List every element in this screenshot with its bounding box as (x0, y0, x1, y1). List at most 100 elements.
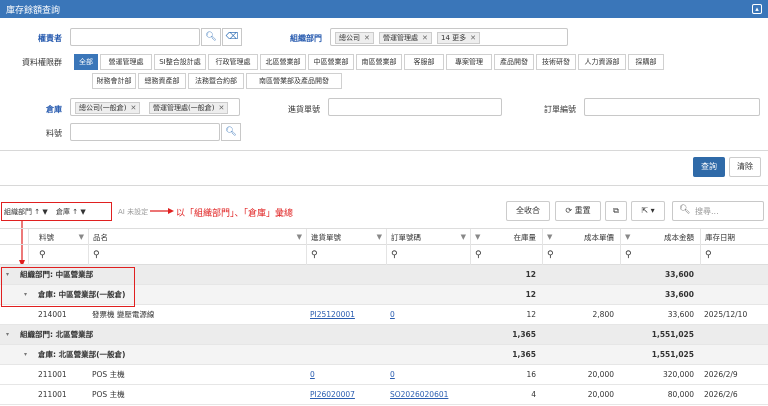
perm-tab[interactable]: SI整合設計處 (154, 54, 206, 70)
dept-chip[interactable]: 營運管理處 ✕ (379, 32, 432, 44)
divider (0, 185, 768, 186)
copy-icon: ⧉ (613, 206, 619, 215)
reset-button[interactable]: ⟳ 重置 (555, 201, 601, 221)
warehouse-chip[interactable]: 總公司(一般倉) ✕ (75, 102, 141, 114)
dept-chip[interactable]: 總公司 ✕ (335, 32, 374, 44)
table-row[interactable]: 211001 POS 主機 0 0 16 20,000 320,000 2026/2/9 (0, 365, 768, 385)
filter-icon: ▼ (625, 233, 631, 241)
perm-tab[interactable]: 技術研發 (536, 54, 576, 70)
remove-icon: ✕ (130, 104, 137, 112)
perm-tab[interactable]: 全部 (74, 54, 98, 70)
perm-tab[interactable]: 客服部 (404, 54, 444, 70)
filter-search-icon[interactable]: ⚲ (542, 245, 620, 265)
remove-icon: ✕ (470, 34, 477, 42)
table-row[interactable]: 211001 POS 主機 PI26020007 SO2026020601 4 20,00… (0, 385, 768, 405)
cell-date: 2025/12/10 (704, 310, 748, 319)
col-amount[interactable]: ▼ 成本金額 (620, 229, 700, 246)
col-part[interactable]: 料號 ▼ (28, 229, 88, 246)
group-row[interactable]: ▾ 組織部門: 北區營業部 1,365 1,551,025 (0, 325, 768, 345)
cell-order[interactable]: SO2026020601 (390, 385, 470, 405)
cell-qty: 4 (531, 390, 536, 399)
cell-name: POS 主機 (92, 370, 125, 379)
cell-order[interactable]: 0 (390, 305, 470, 325)
cell-part: 211001 (38, 390, 67, 399)
cell-qty: 12 (526, 310, 536, 319)
acct-clear-button[interactable]: ⌫ (222, 28, 242, 46)
filter-icon: ▼ (475, 233, 481, 241)
expand-toggle-icon[interactable]: ▾ (6, 325, 9, 345)
expand-toggle-icon[interactable]: ▾ (24, 345, 27, 365)
cell-qty: 16 (526, 370, 536, 379)
warehouse-chip[interactable]: 營運管理處(一般倉) ✕ (149, 102, 229, 114)
copy-button[interactable]: ⧉ (605, 201, 627, 221)
cell-unit: 20,000 (587, 370, 614, 379)
perm-tab[interactable]: 總務資產部 (138, 73, 186, 89)
group-amount: 33,600 (665, 290, 694, 299)
export-button[interactable]: ⇱ ▾ (631, 201, 665, 221)
ai-status: AI 未設定 (118, 208, 149, 216)
cell-inbound[interactable]: 0 (310, 365, 386, 385)
remove-icon: ✕ (422, 34, 428, 42)
filter-search-icon[interactable]: ⚲ (88, 245, 306, 265)
filter-search-icon[interactable]: ⚲ (470, 245, 542, 265)
dept-multiselect[interactable]: 總公司 ✕ 營運管理處 ✕ 14 更多 ✕ (330, 28, 568, 46)
acct-input[interactable] (70, 28, 200, 46)
cell-order[interactable]: 0 (390, 365, 470, 385)
search-placeholder: 搜尋... (695, 207, 719, 216)
perm-tab[interactable]: 專案管理 (446, 54, 492, 70)
col-inbound[interactable]: 進貨單號 ▼ (306, 229, 386, 246)
dept-more-chip[interactable]: 14 更多 ✕ (437, 32, 481, 44)
filter-search-icon[interactable]: ⚲ (620, 245, 700, 265)
window-title: 庫存餘額查詢 (6, 5, 61, 16)
perm-tab[interactable]: 人力資源部 (578, 54, 626, 70)
filter-search-icon[interactable]: ⚲ (28, 245, 88, 265)
col-order[interactable]: 訂單號碼 ▼ (386, 229, 470, 246)
col-unit[interactable]: ▼ 成本單價 (542, 229, 620, 246)
cell-name: POS 主機 (92, 390, 125, 399)
collapse-all-button[interactable]: 全收合 (506, 201, 550, 221)
perm-tab[interactable]: 財務會計部 (92, 73, 136, 89)
inbound-input[interactable] (328, 98, 502, 116)
filter-icon: ▼ (296, 233, 302, 241)
filter-icon: ▼ (460, 233, 466, 241)
perm-tab[interactable]: 產品開發 (494, 54, 534, 70)
filter-search-icon[interactable]: ⚲ (306, 245, 386, 265)
grid-search-input[interactable]: 🔍︎ 搜尋... (672, 201, 764, 221)
perm-tab[interactable]: 北區營業部 (260, 54, 306, 70)
table-row[interactable]: 214001 發票機 變壓電源線 PI25120001 0 12 2,800 33,600 2… (0, 305, 768, 325)
part-search-button[interactable]: 🔍︎ (221, 123, 241, 141)
query-button[interactable]: 查詢 (693, 157, 725, 177)
filter-icon: ▼ (547, 233, 553, 241)
cell-inbound[interactable]: PI25120001 (310, 305, 386, 325)
filter-search-icon[interactable]: ⚲ (700, 245, 768, 265)
perm-tab[interactable]: 營運管理處 (100, 54, 152, 70)
col-date[interactable]: 庫存日期 (700, 229, 768, 246)
group-row[interactable]: ▾ 倉庫: 北區營業部(一般倉) 1,365 1,551,025 (0, 345, 768, 365)
warehouse-multiselect[interactable]: 總公司(一般倉) ✕ 營運管理處(一般倉) ✕ (70, 98, 240, 116)
filter-icon: ▼ (376, 233, 382, 241)
perm-tab[interactable]: 法務暨合約部 (188, 73, 244, 89)
clear-button[interactable]: 清除 (729, 157, 761, 177)
warehouse-label: 倉庫 (46, 105, 62, 114)
col-name[interactable]: 品名 ▼ (88, 229, 306, 246)
group-rows-highlight-box (1, 267, 135, 307)
cell-inbound[interactable]: PI26020007 (310, 385, 386, 405)
perm-tab[interactable]: 南區營業部 (356, 54, 402, 70)
filter-search-icon[interactable]: ⚲ (386, 245, 470, 265)
part-input[interactable] (70, 123, 220, 141)
perm-tab[interactable]: 中區營業部 (308, 54, 354, 70)
acct-search-button[interactable]: 🔍︎ (201, 28, 221, 46)
perm-tab[interactable]: 行政管理處 (208, 54, 258, 70)
perm-tab[interactable]: 採購部 (628, 54, 664, 70)
chevron-down-icon: ▾ (650, 206, 655, 215)
collapse-panel-icon[interactable]: ▴ (752, 4, 762, 14)
remove-icon: ✕ (218, 104, 225, 112)
cell-name: 發票機 變壓電源線 (92, 310, 155, 319)
col-qty[interactable]: ▼ 在庫量 (470, 229, 542, 246)
remove-icon: ✕ (364, 34, 370, 42)
perm-tab[interactable]: 南區營業部及產品開發 (246, 73, 342, 89)
group-amount: 1,551,025 (651, 350, 694, 359)
order-input[interactable] (584, 98, 760, 116)
group-qty: 1,365 (512, 350, 536, 359)
inbound-label: 進貨單號 (288, 105, 320, 114)
